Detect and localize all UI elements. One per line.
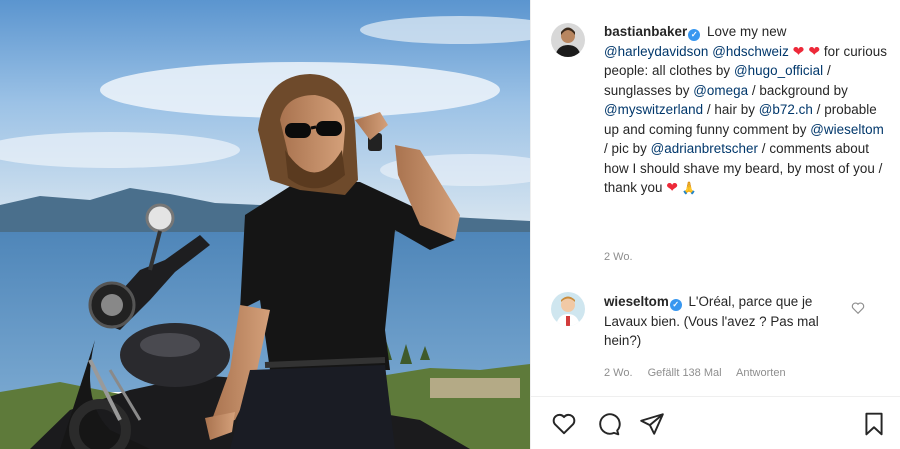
caption-text-segment: / pic by [604, 141, 651, 156]
comment: wieseltom ✓ L'Oréal, parce que je Lavaux … [604, 292, 859, 351]
commenter-avatar[interactable] [551, 292, 585, 326]
comment-like-heart-icon[interactable] [851, 301, 865, 315]
mention-link[interactable]: @omega [693, 83, 748, 98]
caption-text: Love my new @harleydavidson @hdschweiz ❤… [604, 24, 887, 195]
village [430, 378, 520, 398]
caption-text-segment: / hair by [703, 102, 759, 117]
caption-text-segment: / background by [748, 82, 848, 98]
divider [531, 396, 900, 397]
mention-link[interactable]: @harleydavidson [604, 44, 708, 59]
caption-text-segment: Love my new [707, 24, 787, 39]
post-caption: bastianbaker ✓ Love my new @harleydavidso… [604, 22, 889, 199]
heart-outline-icon[interactable] [549, 409, 579, 439]
paper-plane-icon[interactable] [637, 409, 667, 439]
mention-link[interactable]: @b72.ch [759, 102, 813, 117]
post-photo[interactable] [0, 0, 530, 449]
comment-timestamp[interactable]: 2 Wo. [604, 367, 633, 379]
comment-likes-count[interactable]: Gefällt 138 Mal [648, 367, 722, 379]
caption-meta: 2 Wo. [604, 251, 645, 263]
speech-bubble-icon[interactable] [593, 409, 623, 439]
action-bar [549, 409, 889, 439]
mention-link[interactable]: @hdschweiz [712, 44, 789, 59]
heart-emoji-icon: ❤ ❤ [792, 42, 821, 59]
commenter-username[interactable]: wieseltom [604, 294, 669, 309]
author-username[interactable]: bastianbaker [604, 24, 687, 39]
mention-link[interactable]: @hugo_official [734, 63, 823, 78]
verified-badge-icon: ✓ [688, 29, 701, 41]
post-details-panel: bastianbaker ✓ Love my new @harleydavidso… [530, 0, 900, 449]
verified-badge-icon: ✓ [669, 299, 682, 311]
comment-meta: 2 Wo. Gefällt 138 Mal Antworten [604, 367, 798, 379]
mention-link[interactable]: @wieseltom [810, 122, 884, 137]
comment-reply-button[interactable]: Antworten [736, 367, 786, 379]
mention-link[interactable]: @myswitzerland [604, 102, 703, 117]
folded-hands-emoji-icon: 🙏 [678, 181, 697, 195]
caption-timestamp[interactable]: 2 Wo. [604, 251, 633, 263]
bookmark-icon[interactable] [859, 409, 889, 439]
author-avatar[interactable] [551, 23, 585, 57]
mention-link[interactable]: @adrianbretscher [651, 141, 758, 156]
heart-emoji-icon: ❤ [666, 179, 679, 195]
